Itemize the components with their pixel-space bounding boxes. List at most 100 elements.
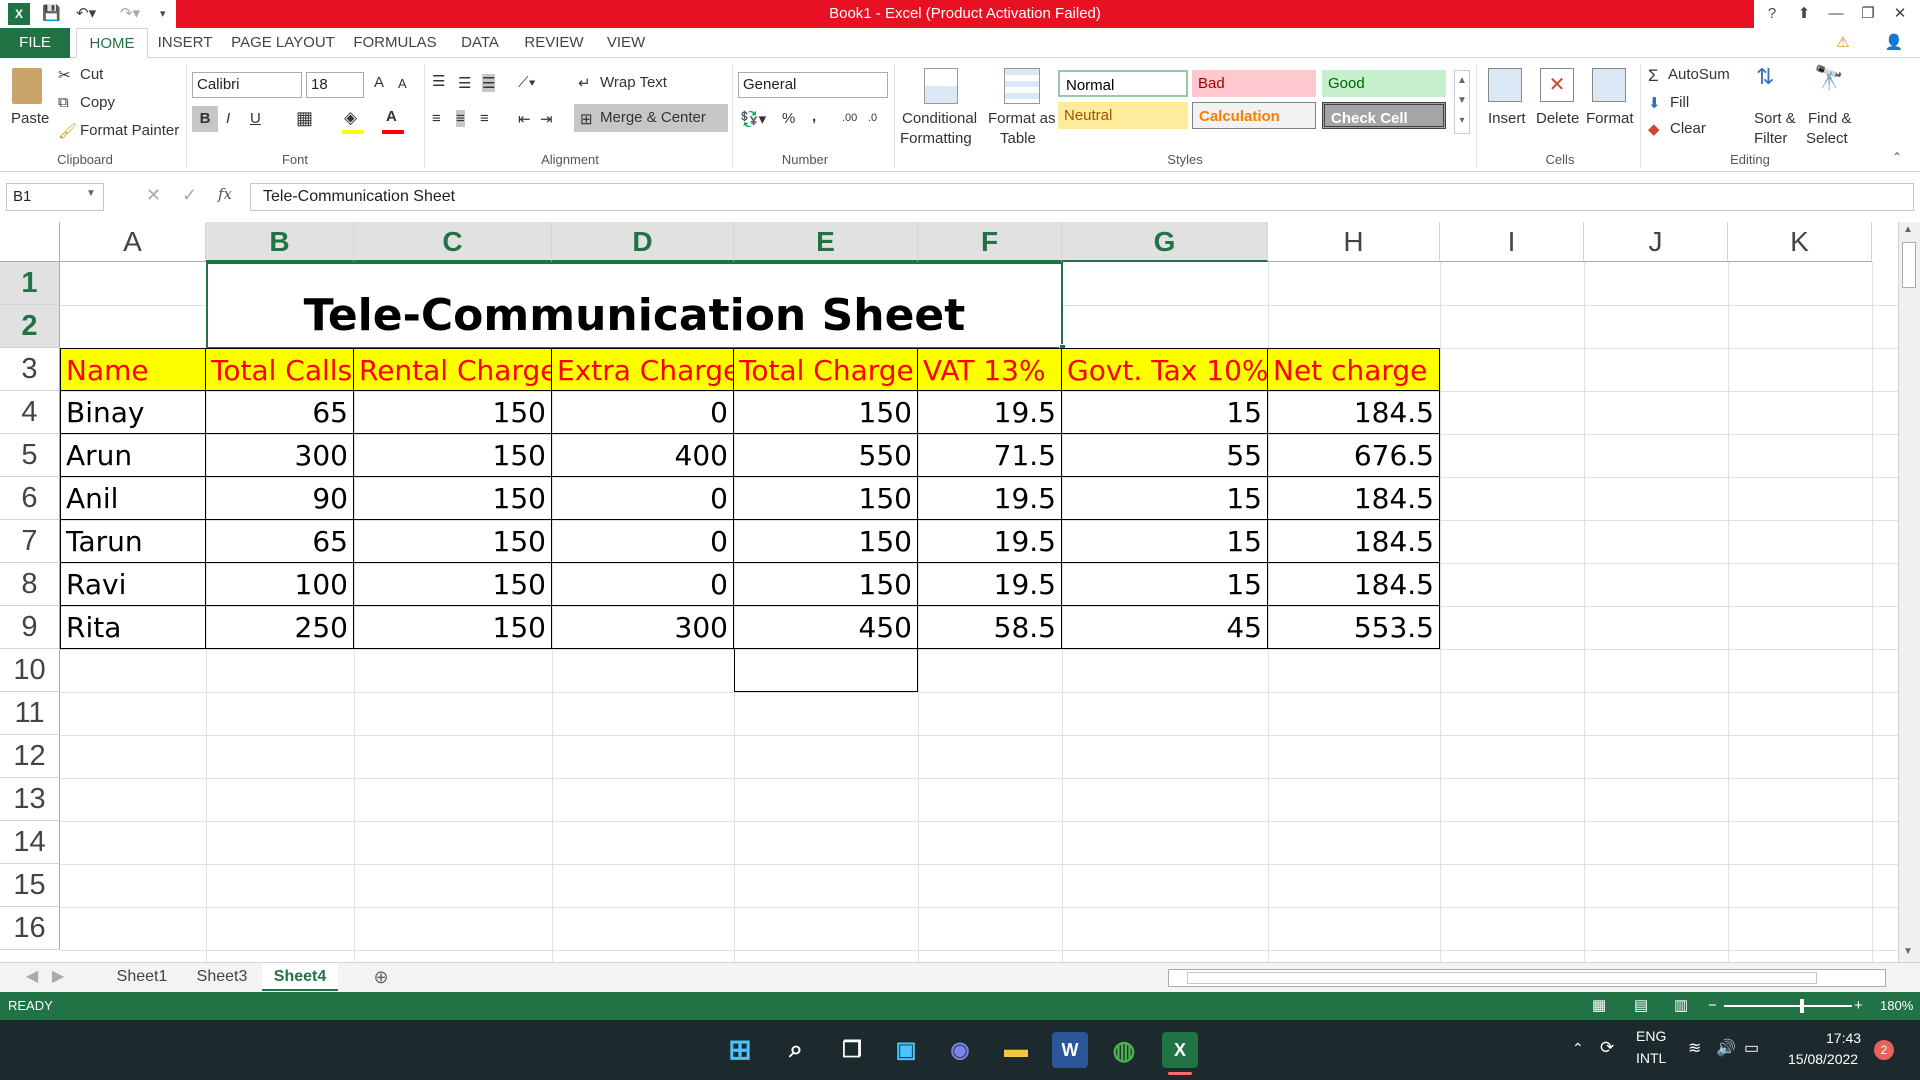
table-cell[interactable]: 65 [206, 520, 354, 563]
align-bottom-icon[interactable]: ☰ [482, 74, 496, 92]
style-normal[interactable]: Normal [1058, 70, 1188, 97]
row-header-12[interactable]: 12 [0, 735, 60, 778]
find-select-icon[interactable]: 🔭 [1814, 64, 1844, 93]
column-header-f[interactable]: F [918, 222, 1062, 262]
prev-sheet-icon[interactable]: ◀ [22, 963, 42, 991]
table-cell[interactable]: 184.5 [1268, 391, 1440, 434]
horizontal-scroll-thumb[interactable] [1187, 972, 1817, 984]
table-cell[interactable]: 0 [552, 477, 734, 520]
insert-function-icon[interactable]: fx [218, 185, 232, 203]
table-cell[interactable]: 184.5 [1268, 477, 1440, 520]
table-cell[interactable]: 0 [552, 563, 734, 606]
language-line-2[interactable]: INTL [1636, 1050, 1666, 1066]
column-header-h[interactable]: H [1268, 222, 1440, 262]
empty-bordered-cell[interactable] [734, 649, 918, 692]
table-cell[interactable]: 400 [552, 434, 734, 477]
tab-data[interactable]: DATA [450, 28, 510, 58]
format-cells-button[interactable]: Format [1586, 110, 1634, 127]
style-check-cell[interactable]: Check Cell [1322, 102, 1446, 129]
cut-icon[interactable]: ✂ [58, 66, 71, 84]
clear-icon[interactable]: ◆ [1648, 120, 1660, 138]
sort-filter-icon[interactable]: ⇅ [1756, 64, 1774, 90]
table-cell[interactable]: 150 [354, 477, 552, 520]
tab-review[interactable]: REVIEW [520, 28, 588, 58]
volume-icon[interactable]: 🔊 [1716, 1038, 1736, 1058]
table-cell[interactable]: 0 [552, 520, 734, 563]
style-good[interactable]: Good [1322, 70, 1446, 97]
header-cell-extra-charge[interactable]: Extra Charge [552, 348, 734, 391]
row-header-2[interactable]: 2 [0, 305, 60, 348]
conditional-formatting-icon[interactable] [924, 68, 958, 104]
battery-icon[interactable]: ▭ [1744, 1038, 1759, 1058]
style-bad[interactable]: Bad [1192, 70, 1316, 97]
row-header-10[interactable]: 10 [0, 649, 60, 692]
column-header-g[interactable]: G [1062, 222, 1268, 262]
collapse-ribbon-icon[interactable]: ⌃ [1892, 150, 1902, 164]
format-as-table-label[interactable]: Format as [988, 110, 1056, 127]
add-sheet-icon[interactable]: ⊕ [368, 963, 394, 991]
wifi-icon[interactable]: ≋ [1688, 1038, 1701, 1058]
help-button[interactable]: ? [1756, 0, 1788, 28]
number-format-select[interactable]: General [738, 72, 888, 98]
table-cell[interactable]: 150 [354, 434, 552, 477]
tab-page-layout[interactable]: PAGE LAYOUT [226, 28, 340, 58]
find-select-label[interactable]: Find & [1808, 110, 1851, 127]
column-header-k[interactable]: K [1728, 222, 1872, 262]
word-icon[interactable]: W [1052, 1032, 1088, 1068]
table-cell[interactable]: 0 [552, 391, 734, 434]
fill-color-icon[interactable]: ◈ [344, 108, 357, 128]
header-cell-vat[interactable]: VAT 13% [918, 348, 1062, 391]
table-cell[interactable]: 19.5 [918, 520, 1062, 563]
table-cell[interactable]: 65 [206, 391, 354, 434]
table-cell[interactable]: 15 [1062, 563, 1268, 606]
table-cell[interactable]: 676.5 [1268, 434, 1440, 477]
language-line-1[interactable]: ENG [1636, 1028, 1666, 1044]
clock-date[interactable]: 15/08/2022 [1788, 1051, 1858, 1067]
bold-button[interactable]: B [192, 106, 218, 132]
header-cell-total-charge[interactable]: Total Charge [734, 348, 918, 391]
sync-icon[interactable]: ⟳ [1600, 1038, 1614, 1058]
font-size-select[interactable]: 18 [306, 72, 364, 98]
table-cell[interactable]: 150 [734, 391, 918, 434]
font-color-icon[interactable]: A [386, 108, 397, 125]
table-cell[interactable]: 45 [1062, 606, 1268, 649]
table-cell[interactable]: 150 [354, 606, 552, 649]
delete-cells-button[interactable]: Delete [1536, 110, 1579, 127]
sheet-tab-sheet1[interactable]: Sheet1 [104, 963, 180, 991]
sheet-tab-sheet4[interactable]: Sheet4 [262, 963, 338, 991]
increase-indent-icon[interactable]: ⇥ [540, 110, 553, 128]
search-icon[interactable]: ⌕ [778, 1032, 814, 1068]
table-cell[interactable]: 71.5 [918, 434, 1062, 477]
tab-file[interactable]: FILE [0, 28, 70, 58]
format-as-table-label-2[interactable]: Table [1000, 130, 1036, 147]
horizontal-scrollbar[interactable] [1168, 969, 1886, 987]
tab-view[interactable]: VIEW [598, 28, 654, 58]
start-icon[interactable]: ⊞ [722, 1032, 758, 1068]
sheet-tab-sheet3[interactable]: Sheet3 [184, 963, 260, 991]
borders-icon[interactable]: ▦ [296, 108, 313, 129]
row-header-4[interactable]: 4 [0, 391, 60, 434]
zoom-level[interactable]: 180% [1880, 992, 1913, 1020]
align-middle-icon[interactable]: ☰ [458, 74, 471, 92]
tab-insert[interactable]: INSERT [154, 28, 216, 58]
row-header-13[interactable]: 13 [0, 778, 60, 821]
row-header-9[interactable]: 9 [0, 606, 60, 649]
insert-cells-icon[interactable] [1488, 68, 1522, 102]
conditional-formatting-label[interactable]: Conditional [902, 110, 977, 127]
tab-formulas[interactable]: FORMULAS [350, 28, 440, 58]
undo-icon[interactable]: ↶▾ [76, 3, 96, 25]
excel-taskbar-icon[interactable]: X [1162, 1032, 1198, 1068]
font-family-select[interactable]: Calibri [192, 72, 302, 98]
column-header-j[interactable]: J [1584, 222, 1728, 262]
wrap-text-icon[interactable]: ↵ [578, 74, 591, 92]
fill-button[interactable]: Fill [1670, 94, 1689, 111]
redo-icon[interactable]: ↷▾ [120, 3, 140, 25]
header-cell-rental-charge[interactable]: Rental Charge [354, 348, 552, 391]
select-all-corner[interactable] [0, 222, 60, 262]
copy-button[interactable]: Copy [80, 94, 115, 111]
table-cell-name[interactable]: Anil [60, 477, 206, 520]
table-cell[interactable]: 150 [734, 477, 918, 520]
format-painter-button[interactable]: Format Painter [80, 122, 179, 139]
scroll-down-icon[interactable]: ▼ [1903, 946, 1913, 957]
minimize-button[interactable]: — [1820, 0, 1852, 28]
